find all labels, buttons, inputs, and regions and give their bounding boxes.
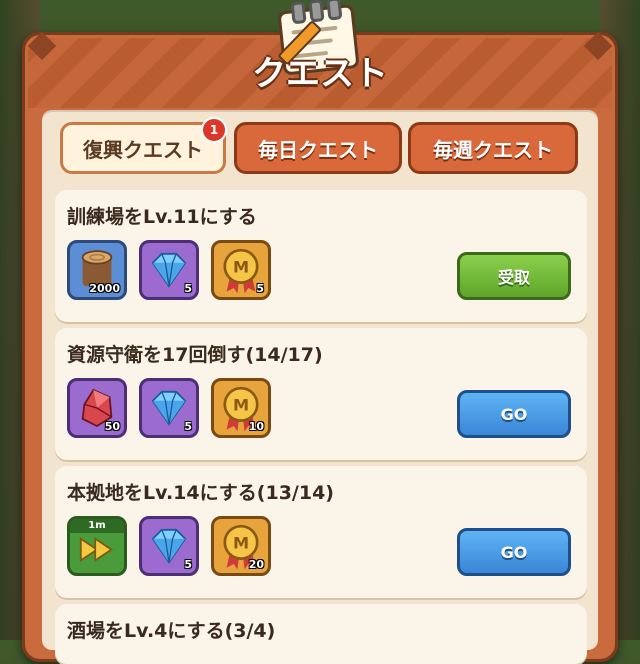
receive-button[interactable]: 受取 bbox=[457, 252, 571, 300]
reward-diamond[interactable]: 5 bbox=[139, 378, 199, 438]
tab-label: 復興クエスト bbox=[83, 137, 203, 162]
reward-medal[interactable]: M 20 bbox=[211, 516, 271, 576]
reward-count: 20 bbox=[248, 558, 264, 571]
reward-count: 5 bbox=[184, 282, 192, 295]
quest-title: 本拠地をLv.14にする(13/14) bbox=[67, 482, 334, 504]
tab-revival-quest[interactable]: 復興クエスト 1 bbox=[60, 117, 227, 174]
tab-weekly-quest[interactable]: 毎週クエスト bbox=[408, 122, 578, 174]
reward-speedup[interactable]: 1m bbox=[67, 516, 127, 576]
quest-card: 酒場をLv.4にする(3/4) bbox=[55, 604, 587, 664]
quest-title: 資源守衛を17回倒す(14/17) bbox=[67, 344, 323, 366]
reward-count: 50 bbox=[104, 420, 120, 433]
quest-title: 訓練場をLv.11にする bbox=[67, 206, 257, 228]
reward-medal[interactable]: M 5 bbox=[211, 240, 271, 300]
tab-label: 毎週クエスト bbox=[433, 137, 553, 162]
svg-text:M: M bbox=[233, 534, 249, 553]
svg-text:M: M bbox=[233, 396, 249, 415]
quest-card: 訓練場をLv.11にする 2000 5 M 5 受取 bbox=[55, 190, 587, 322]
speedup-icon bbox=[79, 537, 114, 563]
svg-text:M: M bbox=[233, 258, 249, 277]
reward-count: 2000 bbox=[89, 282, 120, 295]
reward-count: 5 bbox=[184, 420, 192, 433]
notification-badge: 1 bbox=[201, 117, 227, 143]
page-title: クエスト bbox=[252, 54, 388, 94]
reward-diamond[interactable]: 5 bbox=[139, 516, 199, 576]
tab-daily-quest[interactable]: 毎日クエスト bbox=[234, 122, 402, 174]
reward-count: 5 bbox=[256, 282, 264, 295]
reward-medal[interactable]: M 10 bbox=[211, 378, 271, 438]
reward-wood[interactable]: 2000 bbox=[67, 240, 127, 300]
quest-title: 酒場をLv.4にする(3/4) bbox=[67, 620, 276, 642]
reward-count: 5 bbox=[184, 558, 192, 571]
go-button[interactable]: GO bbox=[457, 390, 571, 438]
quest-card: 資源守衛を17回倒す(14/17) 50 5 M 10 GO bbox=[55, 328, 587, 460]
tab-label: 毎日クエスト bbox=[258, 137, 378, 162]
reward-diamond[interactable]: 5 bbox=[139, 240, 199, 300]
reward-red-crystal[interactable]: 50 bbox=[67, 378, 127, 438]
reward-count: 10 bbox=[248, 420, 264, 433]
quest-card: 本拠地をLv.14にする(13/14) 1m 5 M 20 GO bbox=[55, 466, 587, 598]
go-button[interactable]: GO bbox=[457, 528, 571, 576]
